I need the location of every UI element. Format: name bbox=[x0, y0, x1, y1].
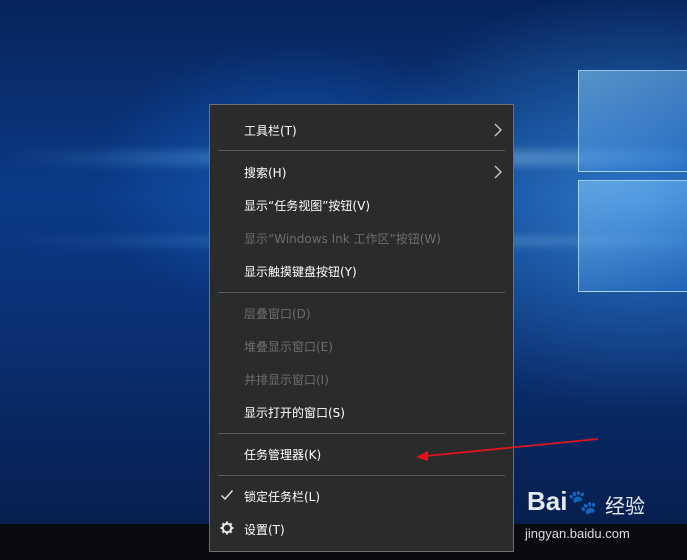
red-annotation-arrow bbox=[416, 438, 599, 461]
watermark-url: jingyan.baidu.com bbox=[525, 526, 630, 541]
watermark-logo-suffix: 经验 bbox=[605, 494, 645, 518]
baidu-jingyan-watermark: Bai🐾 经验 jingyan.baidu.com bbox=[525, 484, 685, 554]
watermark-logo: Bai🐾 bbox=[527, 486, 598, 516]
